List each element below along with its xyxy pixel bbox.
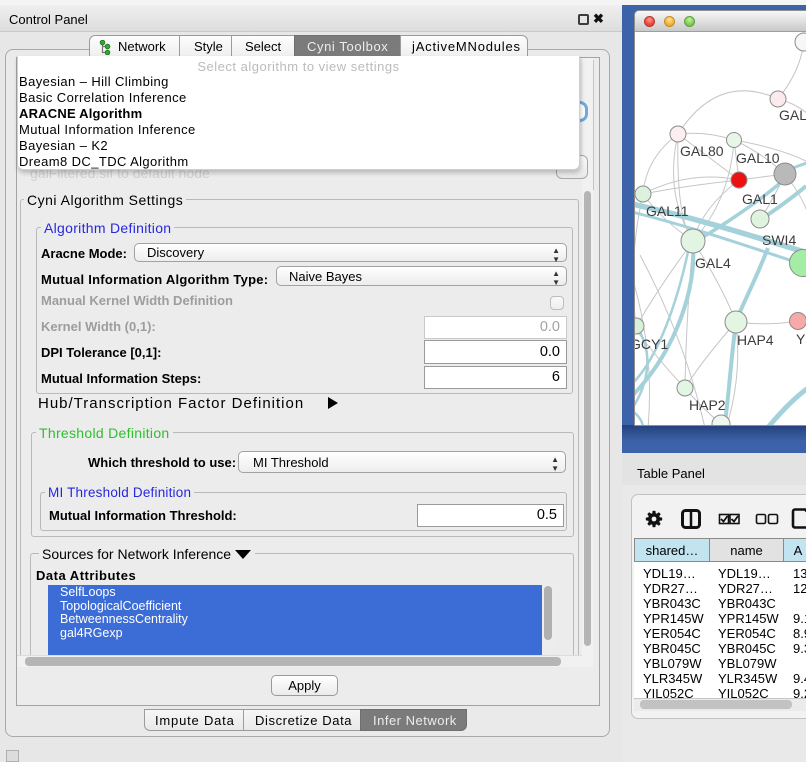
svg-text:YO: YO <box>796 331 806 347</box>
svg-text:HAP4: HAP4 <box>737 332 774 348</box>
svg-text:HAP2: HAP2 <box>689 397 726 413</box>
svg-text:GAL11: GAL11 <box>646 203 689 219</box>
svg-text:GAL4: GAL4 <box>695 255 731 271</box>
svg-text:GCY1: GCY1 <box>635 336 668 352</box>
svg-text:SWI4: SWI4 <box>762 232 796 248</box>
svg-text:GAL10: GAL10 <box>736 150 780 166</box>
svg-text:GAL1: GAL1 <box>742 191 778 207</box>
svg-text:GAL80: GAL80 <box>680 143 724 159</box>
svg-text:GAL7: GAL7 <box>779 107 806 123</box>
